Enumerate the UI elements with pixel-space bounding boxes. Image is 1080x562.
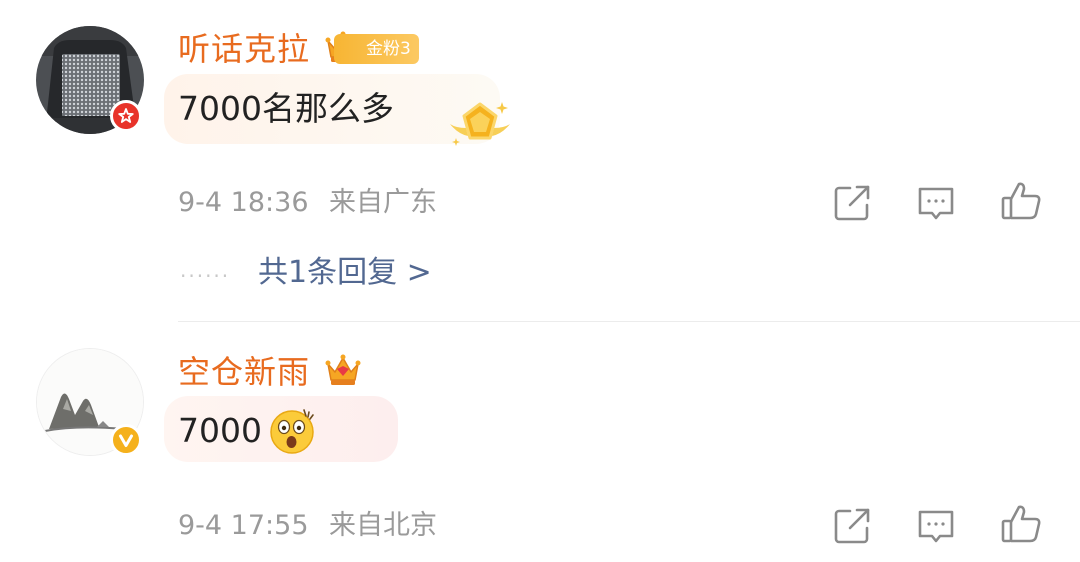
verified-icon [110,424,142,456]
red-v-badge-icon [110,100,142,132]
comment-text: 7000 [178,411,262,450]
comment-item: 空仓新雨 7000 9-4 17:55 来自北京 [0,322,1080,562]
crown-icon [324,352,362,392]
medal-icon [444,98,516,160]
like-icon[interactable] [998,501,1042,545]
username[interactable]: 听话克拉 [178,33,310,65]
share-icon[interactable] [830,504,874,548]
comment-icon[interactable] [914,504,958,548]
like-icon[interactable] [998,178,1042,222]
surprised-face-emoji [268,406,318,460]
comment-timestamp: 9-4 17:55 [178,510,309,541]
username[interactable]: 空仓新雨 [178,356,310,388]
comment-location: 来自广东 [329,187,437,218]
comment-location: 来自北京 [329,510,437,541]
comment-timestamp: 9-4 18:36 [178,187,309,218]
share-icon[interactable] [830,181,874,225]
comment-text: 7000名那么多 [178,89,394,128]
comment-item: 听话克拉 金粉3 7000名那么多 9-4 18:36 来自广东 ······ … [0,0,1080,320]
fan-level-badge: 金粉3 [334,34,419,64]
view-replies-link[interactable]: 共1条回复 > [258,258,432,288]
replies-dots: ······ [180,264,231,288]
comment-icon[interactable] [914,181,958,225]
